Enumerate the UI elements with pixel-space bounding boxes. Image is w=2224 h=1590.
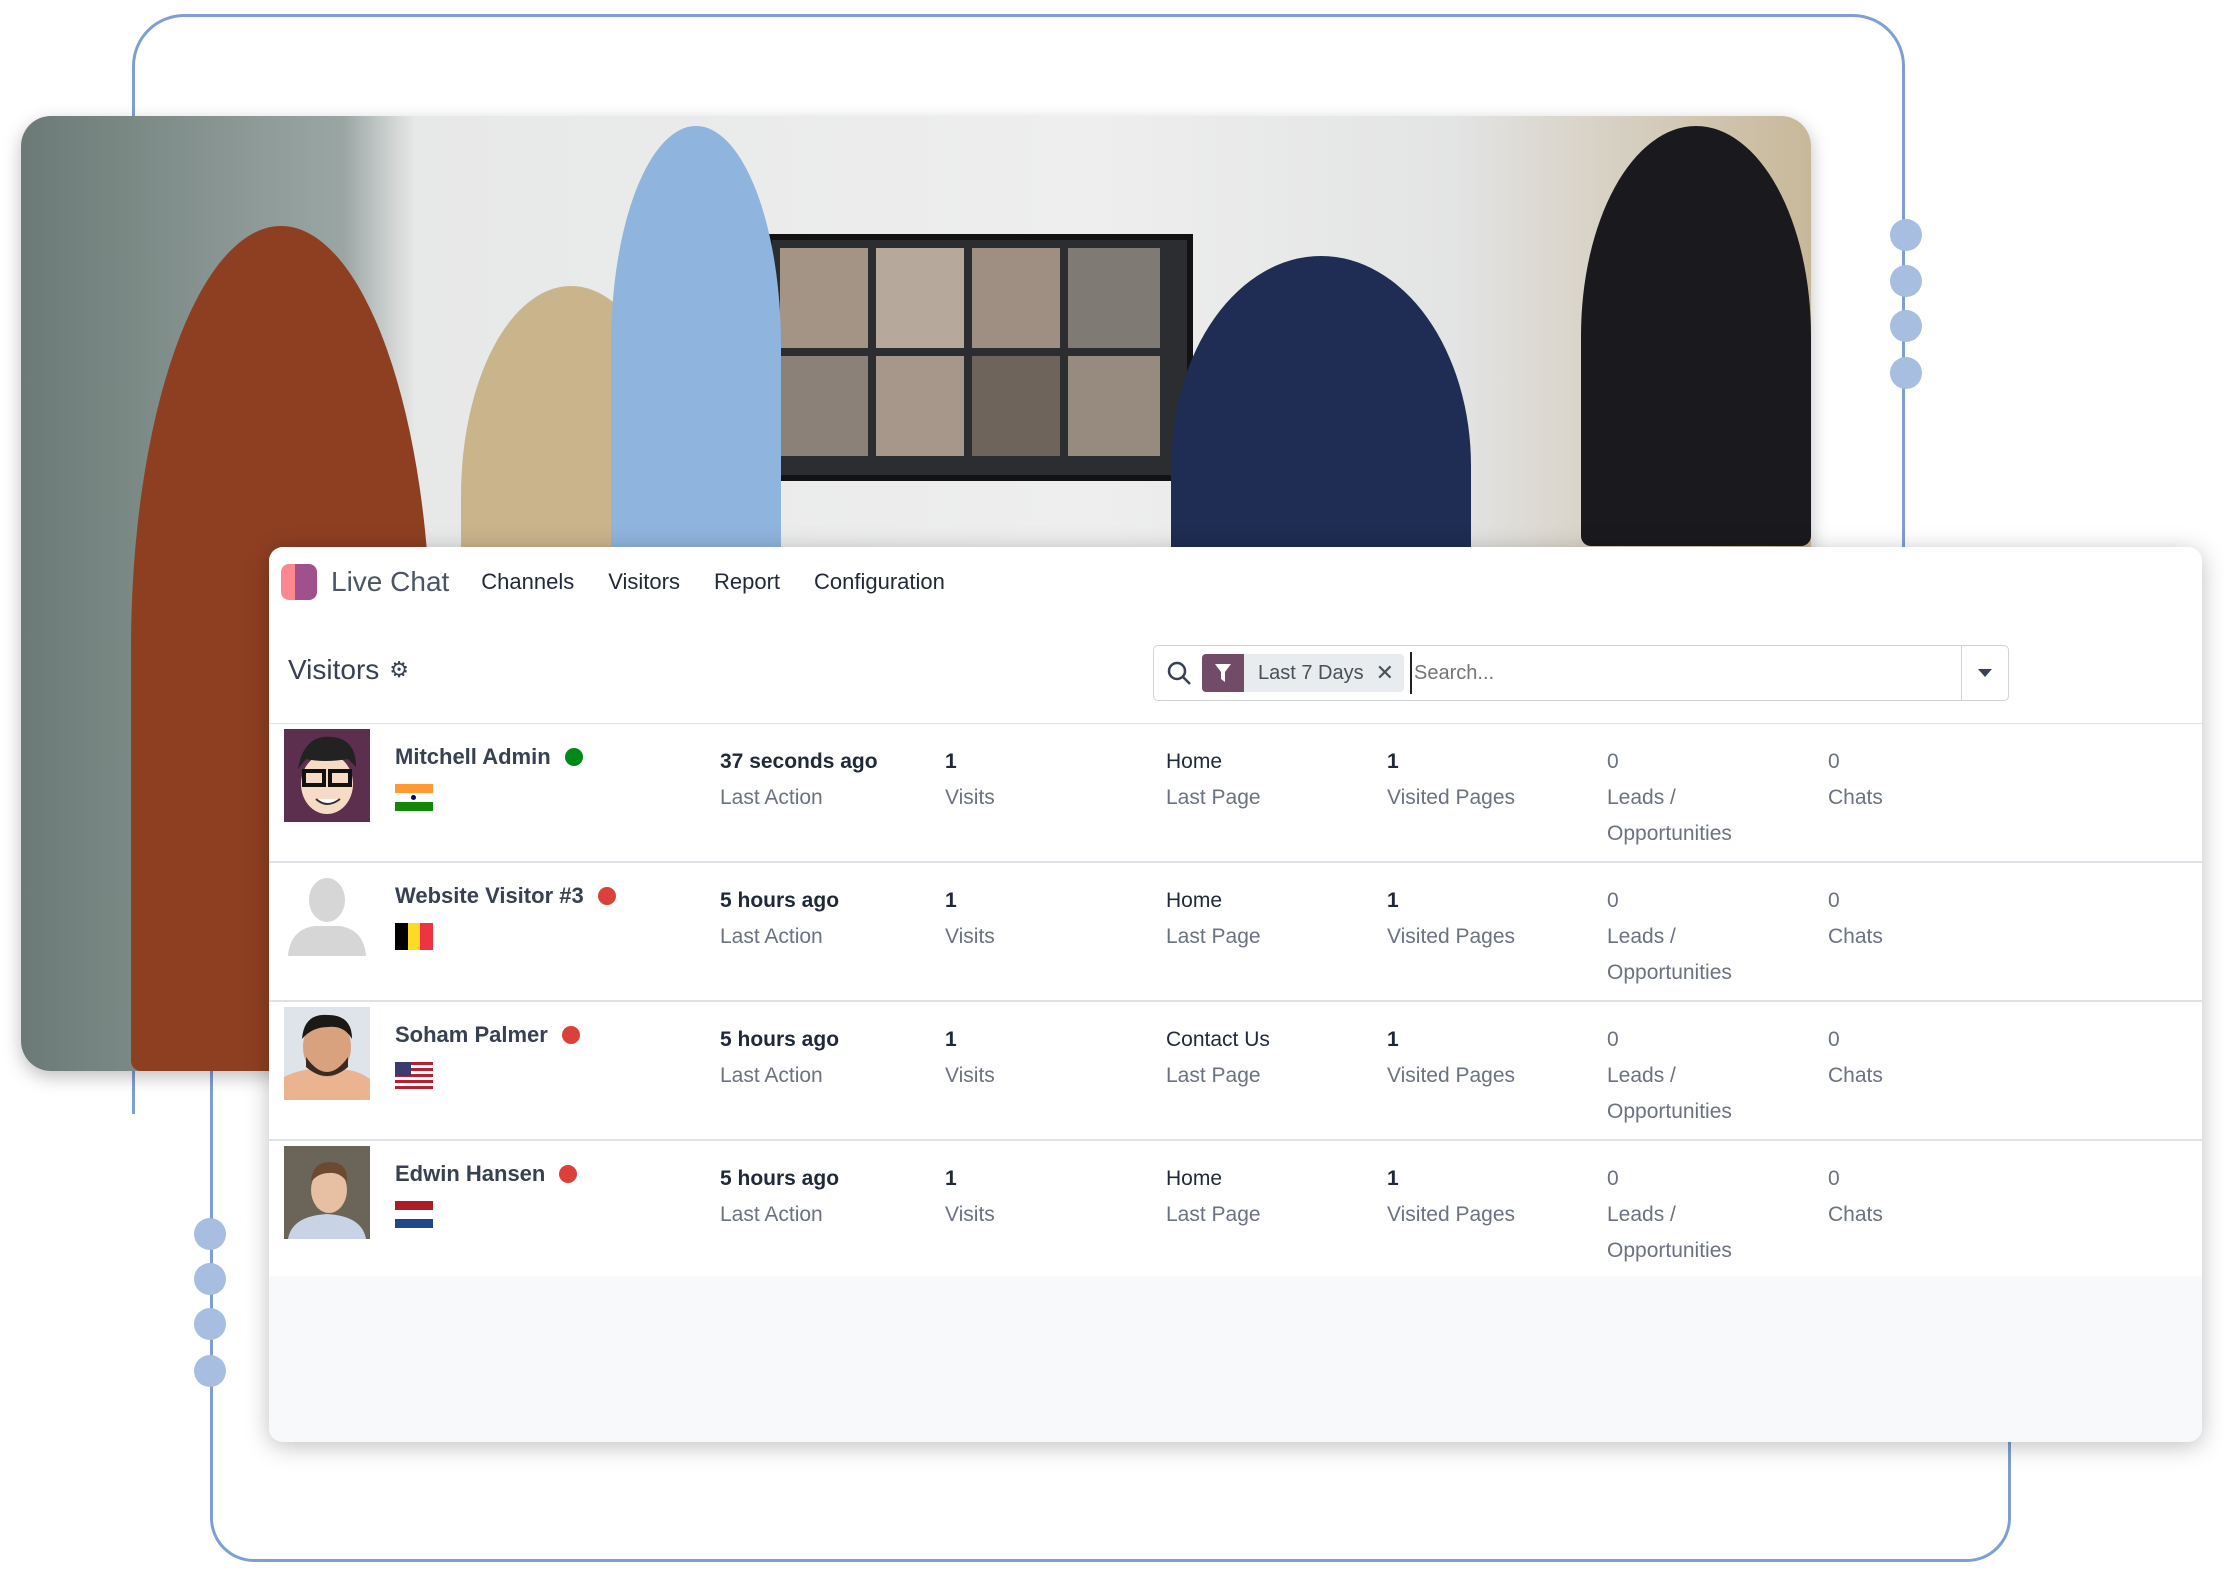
visits: 1 Visits — [945, 1167, 995, 1226]
search-icon[interactable] — [1166, 660, 1192, 686]
netherlands-flag-icon — [395, 1201, 433, 1228]
decorative-dot — [1890, 357, 1922, 389]
offline-status-icon — [561, 1026, 580, 1044]
last-action: 37 seconds ago Last Action — [720, 750, 878, 809]
decorative-dot — [1890, 310, 1922, 342]
caret-down-icon — [1978, 669, 1992, 677]
live-chat-window: Live Chat Channels Visitors Report Confi… — [269, 547, 2202, 1442]
visits: 1 Visits — [945, 1028, 995, 1087]
visitor-name: Mitchell Admin — [395, 744, 583, 770]
filter-icon — [1202, 654, 1244, 692]
decorative-dot — [194, 1308, 226, 1340]
online-status-icon — [564, 748, 583, 766]
gear-icon[interactable]: ⚙ — [389, 657, 409, 683]
visits: 1 Visits — [945, 889, 995, 948]
visited-pages: 1 Visited Pages — [1387, 889, 1516, 948]
visited-pages: 1 Visited Pages — [1387, 750, 1516, 809]
visits: 1 Visits — [945, 750, 995, 809]
leads-opportunities: 0 Leads / Opportunities — [1607, 889, 1732, 984]
decorative-dot — [194, 1218, 226, 1250]
menu-channels[interactable]: Channels — [481, 569, 574, 595]
leads-opportunities: 0 Leads / Opportunities — [1607, 1028, 1732, 1123]
last-page: Home Last Page — [1166, 750, 1261, 809]
chats: 0 Chats — [1828, 889, 1883, 948]
last-page: Contact Us Last Page — [1166, 1028, 1270, 1087]
video-call-screen — [766, 234, 1193, 481]
avatar — [284, 1007, 370, 1100]
visitor-name: Website Visitor #3 — [395, 883, 616, 909]
search-options-toggle[interactable] — [1961, 646, 2008, 700]
filter-facet: Last 7 Days ✕ — [1202, 654, 1405, 692]
search-bar: Last 7 Days ✕ — [1153, 645, 2009, 701]
leads-opportunities: 0 Leads / Opportunities — [1607, 1167, 1732, 1262]
close-icon[interactable]: ✕ — [1376, 660, 1404, 686]
breadcrumb: Visitors ⚙ — [288, 654, 409, 686]
chats: 0 Chats — [1828, 1167, 1883, 1226]
last-page: Home Last Page — [1166, 889, 1261, 948]
live-chat-logo-icon[interactable] — [281, 564, 317, 600]
last-action: 5 hours ago Last Action — [720, 889, 840, 948]
avatar — [284, 868, 370, 961]
india-flag-icon — [395, 784, 433, 811]
facet-label: Last 7 Days — [1258, 661, 1364, 684]
visitor-row[interactable]: Website Visitor #3 5 hours ago Last Actio… — [269, 863, 2202, 1002]
person-figure — [611, 126, 781, 566]
visitor-list: Mitchell Admin 37 seconds ago Last Action… — [269, 724, 2202, 1280]
chats: 0 Chats — [1828, 1028, 1883, 1087]
last-action: 5 hours ago Last Action — [720, 1028, 840, 1087]
visitor-row[interactable]: Edwin Hansen 5 hours ago Last Action 1 Vis… — [269, 1141, 2202, 1280]
decorative-dot — [194, 1263, 226, 1295]
menu-configuration[interactable]: Configuration — [814, 569, 945, 595]
leads-opportunities: 0 Leads / Opportunities — [1607, 750, 1732, 845]
visitor-name: Edwin Hansen — [395, 1161, 578, 1187]
app-name[interactable]: Live Chat — [331, 566, 449, 598]
visited-pages: 1 Visited Pages — [1387, 1167, 1516, 1226]
offline-status-icon — [559, 1165, 578, 1183]
top-navbar: Live Chat Channels Visitors Report Confi… — [269, 547, 2202, 617]
belgium-flag-icon — [395, 923, 434, 950]
page-title: Visitors — [288, 654, 380, 685]
last-action: 5 hours ago Last Action — [720, 1167, 840, 1226]
menu-report[interactable]: Report — [714, 569, 780, 595]
offline-status-icon — [597, 887, 616, 905]
visitor-row[interactable]: Mitchell Admin 37 seconds ago Last Action… — [269, 724, 2202, 863]
visitor-name: Soham Palmer — [395, 1022, 580, 1048]
decorative-dot — [194, 1355, 226, 1387]
avatar — [284, 729, 370, 822]
search-input[interactable] — [1410, 652, 1961, 694]
decorative-dot — [1890, 219, 1922, 251]
control-panel: Visitors ⚙ Last 7 Days ✕ — [269, 617, 2202, 725]
decorative-dot — [1890, 265, 1922, 297]
visitor-row[interactable]: Soham Palmer 5 hours ago Last Action 1 Vis… — [269, 1002, 2202, 1141]
menu-visitors[interactable]: Visitors — [608, 569, 680, 595]
person-figure — [1581, 126, 1811, 546]
usa-flag-icon — [395, 1062, 433, 1089]
visited-pages: 1 Visited Pages — [1387, 1028, 1516, 1087]
avatar — [284, 1146, 370, 1239]
list-empty-area — [269, 1276, 2202, 1442]
chats: 0 Chats — [1828, 750, 1883, 809]
last-page: Home Last Page — [1166, 1167, 1261, 1226]
